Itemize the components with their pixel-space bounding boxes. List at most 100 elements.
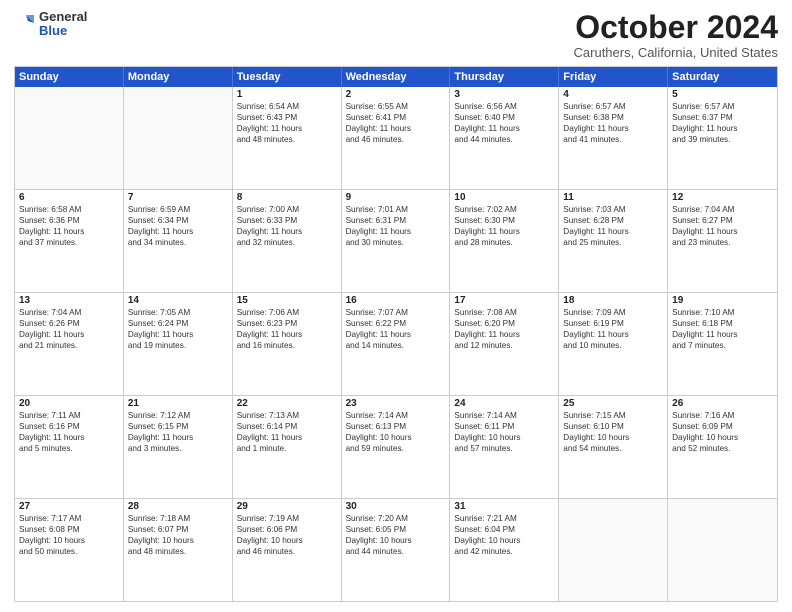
cell-line: Daylight: 11 hours (237, 123, 337, 134)
cell-line: Sunrise: 6:59 AM (128, 204, 228, 215)
day-number: 3 (454, 89, 554, 100)
cell-line: Sunset: 6:36 PM (19, 215, 119, 226)
logo-container: General Blue (14, 10, 87, 39)
calendar-cell: 29Sunrise: 7:19 AMSunset: 6:06 PMDayligh… (233, 499, 342, 601)
cell-line: and 46 minutes. (237, 546, 337, 557)
cell-line: Daylight: 11 hours (346, 226, 446, 237)
calendar: SundayMondayTuesdayWednesdayThursdayFrid… (14, 66, 778, 602)
calendar-cell: 31Sunrise: 7:21 AMSunset: 6:04 PMDayligh… (450, 499, 559, 601)
cell-line: Daylight: 11 hours (454, 226, 554, 237)
calendar-cell: 25Sunrise: 7:15 AMSunset: 6:10 PMDayligh… (559, 396, 668, 498)
calendar-header-cell: Friday (559, 67, 668, 87)
month-title: October 2024 (574, 10, 778, 45)
calendar-row: 20Sunrise: 7:11 AMSunset: 6:16 PMDayligh… (15, 395, 777, 498)
cell-line: Sunrise: 7:21 AM (454, 513, 554, 524)
cell-line: Sunrise: 7:17 AM (19, 513, 119, 524)
cell-line: Sunrise: 7:20 AM (346, 513, 446, 524)
day-number: 6 (19, 192, 119, 203)
cell-line: and 57 minutes. (454, 443, 554, 454)
cell-line: Daylight: 11 hours (19, 226, 119, 237)
day-number: 13 (19, 295, 119, 306)
calendar-cell: 7Sunrise: 6:59 AMSunset: 6:34 PMDaylight… (124, 190, 233, 292)
cell-line: Sunset: 6:26 PM (19, 318, 119, 329)
cell-line: and 21 minutes. (19, 340, 119, 351)
cell-line: Sunrise: 6:54 AM (237, 101, 337, 112)
cell-line: Sunset: 6:19 PM (563, 318, 663, 329)
cell-line: and 10 minutes. (563, 340, 663, 351)
cell-line: Sunrise: 6:57 AM (672, 101, 773, 112)
day-number: 24 (454, 398, 554, 409)
cell-line: Sunrise: 7:14 AM (346, 410, 446, 421)
calendar-cell: 4Sunrise: 6:57 AMSunset: 6:38 PMDaylight… (559, 87, 668, 189)
cell-line: and 52 minutes. (672, 443, 773, 454)
cell-line: Sunrise: 7:11 AM (19, 410, 119, 421)
calendar-cell (668, 499, 777, 601)
calendar-cell: 30Sunrise: 7:20 AMSunset: 6:05 PMDayligh… (342, 499, 451, 601)
cell-line: Sunset: 6:22 PM (346, 318, 446, 329)
cell-line: and 32 minutes. (237, 237, 337, 248)
cell-line: Sunrise: 7:18 AM (128, 513, 228, 524)
cell-line: Daylight: 10 hours (563, 432, 663, 443)
cell-line: Daylight: 11 hours (128, 226, 228, 237)
calendar-cell: 24Sunrise: 7:14 AMSunset: 6:11 PMDayligh… (450, 396, 559, 498)
cell-line: Daylight: 11 hours (672, 123, 773, 134)
cell-line: Daylight: 11 hours (346, 329, 446, 340)
cell-line: Sunrise: 7:14 AM (454, 410, 554, 421)
cell-line: and 59 minutes. (346, 443, 446, 454)
calendar-cell: 20Sunrise: 7:11 AMSunset: 6:16 PMDayligh… (15, 396, 124, 498)
cell-line: and 3 minutes. (128, 443, 228, 454)
calendar-cell: 23Sunrise: 7:14 AMSunset: 6:13 PMDayligh… (342, 396, 451, 498)
cell-line: Sunrise: 7:08 AM (454, 307, 554, 318)
cell-line: Sunset: 6:41 PM (346, 112, 446, 123)
day-number: 10 (454, 192, 554, 203)
cell-line: Sunrise: 7:03 AM (563, 204, 663, 215)
day-number: 21 (128, 398, 228, 409)
day-number: 2 (346, 89, 446, 100)
calendar-header-cell: Monday (124, 67, 233, 87)
day-number: 27 (19, 501, 119, 512)
cell-line: Sunset: 6:15 PM (128, 421, 228, 432)
calendar-cell: 15Sunrise: 7:06 AMSunset: 6:23 PMDayligh… (233, 293, 342, 395)
cell-line: Sunrise: 7:01 AM (346, 204, 446, 215)
page: General Blue October 2024 Caruthers, Cal… (0, 0, 792, 612)
cell-line: and 39 minutes. (672, 134, 773, 145)
calendar-body: 1Sunrise: 6:54 AMSunset: 6:43 PMDaylight… (15, 87, 777, 601)
cell-line: and 12 minutes. (454, 340, 554, 351)
cell-line: and 7 minutes. (672, 340, 773, 351)
cell-line: Daylight: 10 hours (237, 535, 337, 546)
day-number: 5 (672, 89, 773, 100)
calendar-row: 6Sunrise: 6:58 AMSunset: 6:36 PMDaylight… (15, 189, 777, 292)
calendar-cell: 18Sunrise: 7:09 AMSunset: 6:19 PMDayligh… (559, 293, 668, 395)
cell-line: Sunrise: 6:56 AM (454, 101, 554, 112)
cell-line: Sunset: 6:20 PM (454, 318, 554, 329)
cell-line: and 50 minutes. (19, 546, 119, 557)
cell-line: Sunset: 6:09 PM (672, 421, 773, 432)
cell-line: and 44 minutes. (346, 546, 446, 557)
calendar-cell (124, 87, 233, 189)
cell-line: Daylight: 11 hours (128, 432, 228, 443)
cell-line: and 19 minutes. (128, 340, 228, 351)
cell-line: and 34 minutes. (128, 237, 228, 248)
cell-line: and 37 minutes. (19, 237, 119, 248)
cell-line: Sunset: 6:07 PM (128, 524, 228, 535)
cell-line: Sunset: 6:16 PM (19, 421, 119, 432)
day-number: 25 (563, 398, 663, 409)
title-area: October 2024 Caruthers, California, Unit… (574, 10, 778, 60)
calendar-cell: 21Sunrise: 7:12 AMSunset: 6:15 PMDayligh… (124, 396, 233, 498)
day-number: 22 (237, 398, 337, 409)
cell-line: Daylight: 10 hours (346, 432, 446, 443)
cell-line: Sunset: 6:43 PM (237, 112, 337, 123)
calendar-cell: 9Sunrise: 7:01 AMSunset: 6:31 PMDaylight… (342, 190, 451, 292)
cell-line: and 46 minutes. (346, 134, 446, 145)
calendar-row: 13Sunrise: 7:04 AMSunset: 6:26 PMDayligh… (15, 292, 777, 395)
cell-line: Sunset: 6:04 PM (454, 524, 554, 535)
day-number: 31 (454, 501, 554, 512)
cell-line: Sunrise: 7:19 AM (237, 513, 337, 524)
logo: General Blue (14, 10, 87, 39)
calendar-cell: 19Sunrise: 7:10 AMSunset: 6:18 PMDayligh… (668, 293, 777, 395)
calendar-cell: 22Sunrise: 7:13 AMSunset: 6:14 PMDayligh… (233, 396, 342, 498)
calendar-cell: 2Sunrise: 6:55 AMSunset: 6:41 PMDaylight… (342, 87, 451, 189)
cell-line: Sunrise: 7:06 AM (237, 307, 337, 318)
cell-line: Daylight: 10 hours (672, 432, 773, 443)
calendar-cell (15, 87, 124, 189)
